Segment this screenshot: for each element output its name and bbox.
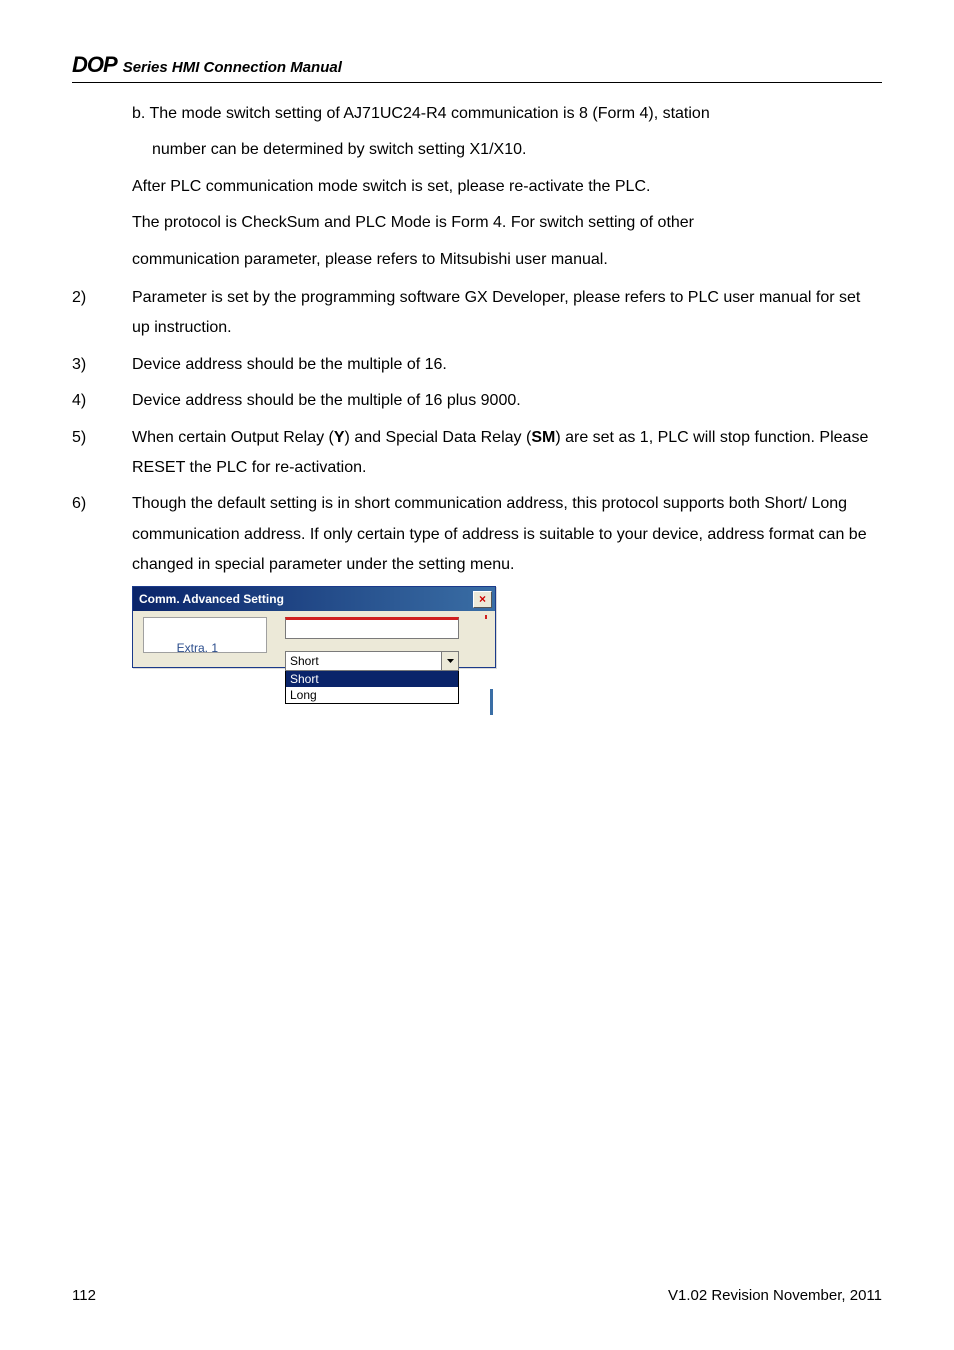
list-text: Device address should be the multiple of… — [132, 350, 882, 380]
scrollbar-fragment[interactable] — [490, 689, 493, 715]
page-footer: 112 V1.02 Revision November, 2011 — [72, 1287, 882, 1304]
panel-blank-row — [144, 618, 266, 638]
list-item-2: 2) Parameter is set by the programming s… — [72, 283, 882, 344]
extra1-label: Extra. 1 — [148, 641, 226, 655]
list-item-4: 4) Device address should be the multiple… — [72, 386, 882, 416]
item-b-line2: number can be determined by switch setti… — [152, 135, 882, 165]
list-number: 2) — [72, 283, 132, 344]
close-button[interactable]: × — [473, 591, 492, 608]
dropdown-option-long[interactable]: Long — [286, 687, 458, 703]
chevron-down-icon — [447, 659, 454, 663]
combobox-dropdown-list[interactable]: Short Long — [285, 671, 459, 704]
highlight-marker — [485, 615, 487, 619]
list-text: Parameter is set by the programming soft… — [132, 283, 882, 344]
after-b-block: After PLC communication mode switch is s… — [132, 172, 882, 275]
panel-row-extra1: Extra. 1 — [144, 638, 266, 658]
after-b-line2: The protocol is CheckSum and PLC Mode is… — [132, 208, 882, 238]
blank-field[interactable] — [285, 617, 459, 639]
text-part: ) and Special Data Relay ( — [345, 429, 532, 446]
list-item-3: 3) Device address should be the multiple… — [72, 350, 882, 380]
item-b-line1: b. The mode switch setting of AJ71UC24-R… — [132, 99, 882, 129]
combobox-value: Short — [286, 654, 441, 668]
logo-text: DOP — [72, 52, 117, 78]
left-panel: Extra. 1 — [143, 617, 267, 653]
list-text: Though the default setting is in short c… — [132, 489, 882, 580]
bold-y: Y — [334, 429, 345, 446]
header-title: Series HMI Connection Manual — [123, 59, 342, 76]
dialog-titlebar: Comm. Advanced Setting × — [133, 587, 495, 611]
close-icon: × — [479, 593, 486, 605]
after-b-line3: communication parameter, please refers t… — [132, 245, 882, 275]
dialog-body: Extra. 1 Short Short Long — [133, 611, 495, 667]
after-b-line1: After PLC communication mode switch is s… — [132, 172, 882, 202]
list-number: 5) — [72, 423, 132, 484]
list-item-5: 5) When certain Output Relay (Y) and Spe… — [72, 423, 882, 484]
combobox-dropdown-button[interactable] — [441, 652, 458, 670]
dialog-title: Comm. Advanced Setting — [139, 592, 284, 606]
list-number: 6) — [72, 489, 132, 580]
dropdown-option-short[interactable]: Short — [286, 671, 458, 687]
revision-text: V1.02 Revision November, 2011 — [668, 1287, 882, 1304]
list-text: When certain Output Relay (Y) and Specia… — [132, 423, 882, 484]
bold-sm: SM — [531, 429, 555, 446]
field-column: Short Short Long — [285, 617, 459, 704]
list-item-6: 6) Though the default setting is in shor… — [72, 489, 882, 580]
document-header: DOP Series HMI Connection Manual — [72, 52, 882, 83]
text-part: When certain Output Relay ( — [132, 429, 334, 446]
extra1-combobox[interactable]: Short — [285, 651, 459, 671]
list-text: Device address should be the multiple of… — [132, 386, 882, 416]
list-number: 3) — [72, 350, 132, 380]
list-number: 4) — [72, 386, 132, 416]
page-number: 112 — [72, 1287, 96, 1304]
comm-advanced-setting-dialog: Comm. Advanced Setting × Extra. 1 Short … — [132, 586, 496, 668]
